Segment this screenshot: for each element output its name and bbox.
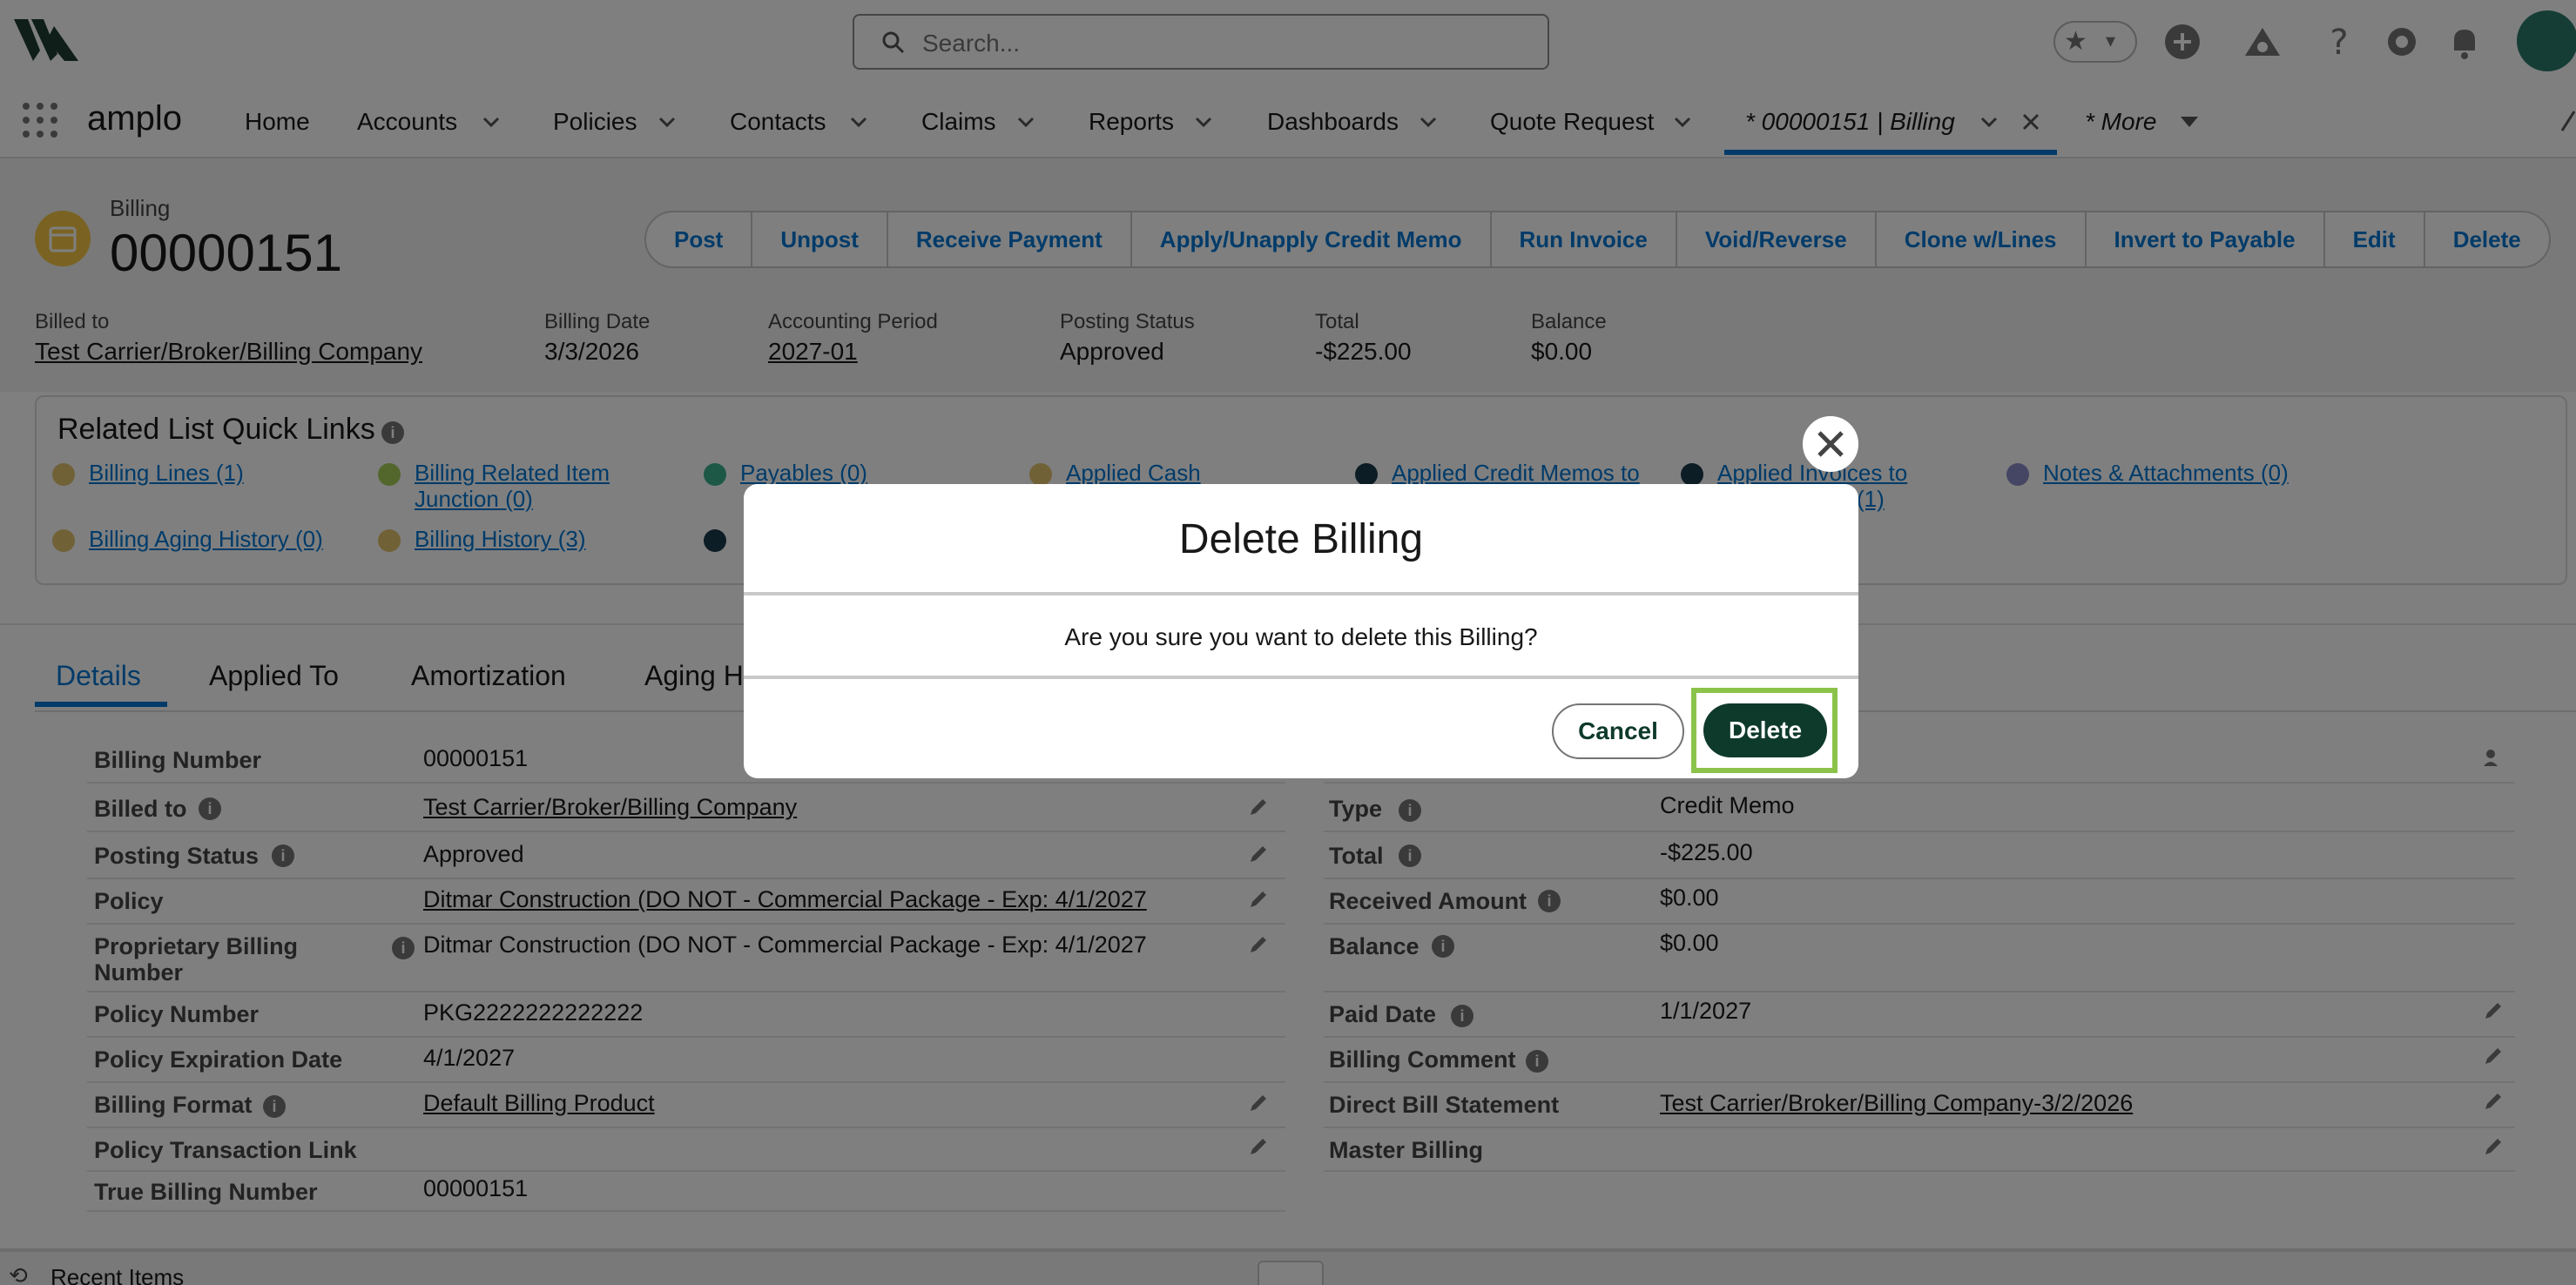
close-icon xyxy=(1807,420,1854,468)
page: Search... ★ ▾ ? amp xyxy=(0,0,2576,1285)
modal-title: Delete Billing xyxy=(1178,516,1424,562)
delete-button-highlight: Delete xyxy=(1691,688,1838,773)
modal-divider xyxy=(744,676,1858,679)
cancel-button[interactable]: Cancel xyxy=(1552,703,1684,759)
modal-divider xyxy=(744,592,1858,595)
delete-billing-modal: Delete Billing Are you sure you want to … xyxy=(744,484,1858,778)
modal-close-button[interactable] xyxy=(1803,416,1858,472)
delete-button[interactable]: Delete xyxy=(1703,703,1827,757)
modal-message: Are you sure you want to delete this Bil… xyxy=(1064,623,1538,650)
